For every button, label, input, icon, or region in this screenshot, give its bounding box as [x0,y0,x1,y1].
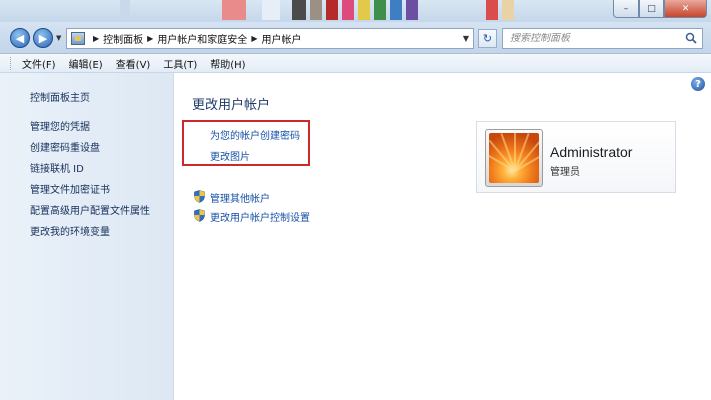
account-name: Administrator [550,144,633,160]
sidebar-item-manage-file-encryption-certificates[interactable]: 管理文件加密证书 [30,181,110,196]
main-content: ? 更改用户帐户 为您的帐户创建密码 更改图片 管理其他帐户 更改用户帐户控制设… [175,73,711,400]
uac-shield-icon [194,209,205,222]
account-card: Administrator 管理员 [476,121,676,193]
menu-file[interactable]: 文件(F) [22,56,56,71]
avatar[interactable] [485,129,543,187]
search-box[interactable] [502,28,703,49]
navigation-bar: ◀ ▶ ▼ ▶ 控制面板 ▶ 用户帐户和家庭安全 ▶ 用户帐户 ▼ ↻ [0,22,711,54]
manage-other-accounts-link[interactable]: 管理其他帐户 [210,190,270,205]
menu-edit[interactable]: 编辑(E) [69,56,103,71]
uac-shield-icon [194,190,205,203]
sidebar: 控制面板主页 管理您的凭据 创建密码重设盘 链接联机 ID 管理文件加密证书 配… [0,73,174,400]
create-password-link[interactable]: 为您的帐户创建密码 [210,127,300,142]
help-icon[interactable]: ? [691,77,705,91]
account-role: 管理员 [550,167,580,178]
maximize-icon[interactable]: □ [639,0,664,18]
sidebar-item-advanced-profile-properties[interactable]: 配置高级用户配置文件属性 [30,202,150,217]
search-icon[interactable] [685,32,697,44]
sidebar-item-manage-credentials[interactable]: 管理您的凭据 [30,118,90,133]
window-title-bar: – □ ✕ [0,0,711,22]
breadcrumb-user-accounts[interactable]: 用户帐户 [261,31,301,46]
address-bar[interactable]: ▶ 控制面板 ▶ 用户帐户和家庭安全 ▶ 用户帐户 ▼ [66,28,474,49]
search-input[interactable] [510,33,680,44]
toolbar-grip [10,56,13,70]
back-button[interactable]: ◀ [10,28,30,48]
sidebar-item-create-password-reset-disk[interactable]: 创建密码重设盘 [30,139,100,154]
chevron-right-icon[interactable]: ▶ [147,34,153,43]
breadcrumb-control-panel[interactable]: 控制面板 [103,31,143,46]
change-uac-settings-link[interactable]: 更改用户帐户控制设置 [210,209,310,224]
breadcrumb-user-accounts-family-safety[interactable]: 用户帐户和家庭安全 [157,31,247,46]
control-panel-icon [71,32,85,45]
sidebar-item-control-panel-home[interactable]: 控制面板主页 [30,89,90,104]
window-controls: – □ ✕ [613,0,707,18]
menu-tools[interactable]: 工具(T) [163,56,197,71]
chevron-right-icon[interactable]: ▶ [251,34,257,43]
menu-help[interactable]: 帮助(H) [210,56,245,71]
page-title: 更改用户帐户 [192,98,271,113]
close-icon[interactable]: ✕ [664,0,707,18]
sidebar-item-link-online-id[interactable]: 链接联机 ID [30,160,84,175]
minimize-icon[interactable]: – [613,0,639,18]
menu-view[interactable]: 查看(V) [116,56,151,71]
refresh-button[interactable]: ↻ [478,29,497,48]
chevron-right-icon[interactable]: ▶ [93,34,99,43]
forward-button[interactable]: ▶ [33,28,53,48]
address-dropdown-icon[interactable]: ▼ [463,34,469,43]
change-picture-link[interactable]: 更改图片 [210,148,250,163]
sidebar-item-environment-variables[interactable]: 更改我的环境变量 [30,223,110,238]
recent-pages-dropdown-icon[interactable]: ▼ [56,34,61,42]
flower-picture-icon [489,133,539,183]
menu-bar: 文件(F) 编辑(E) 查看(V) 工具(T) 帮助(H) [0,54,711,73]
